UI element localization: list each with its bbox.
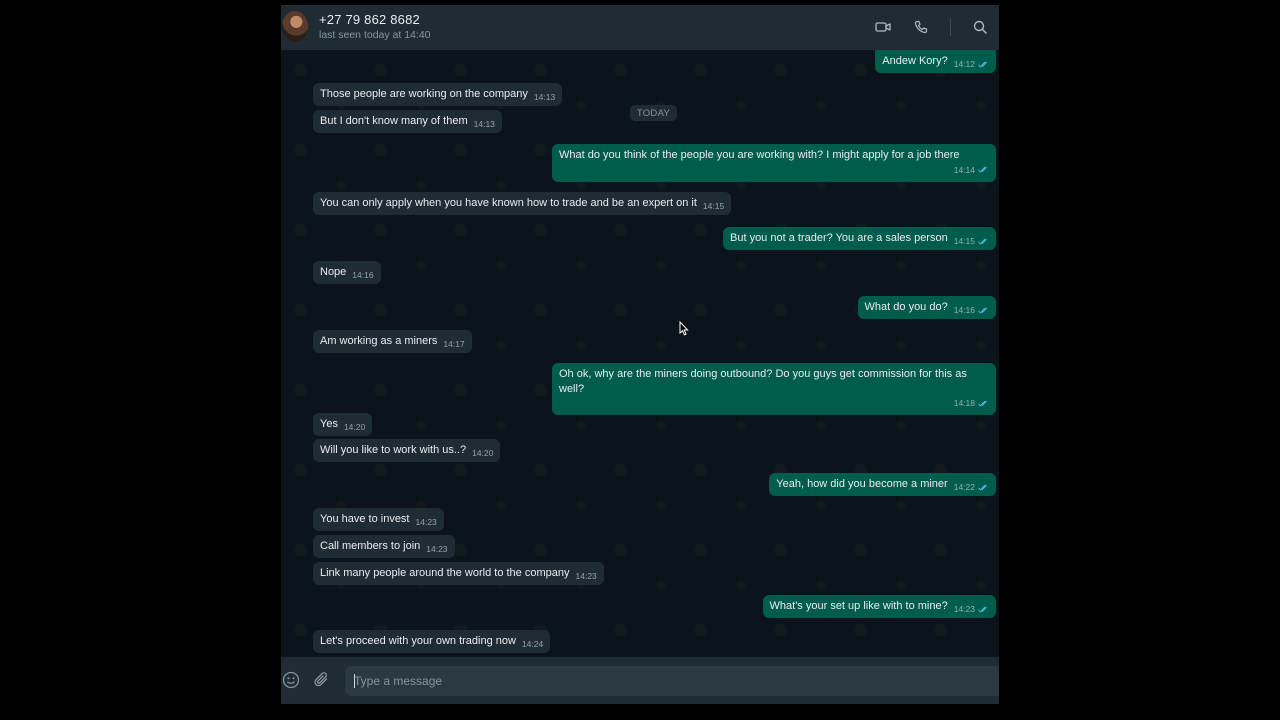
message-time: 14:23 [415, 517, 437, 527]
mouse-cursor-icon [679, 320, 689, 341]
read-ticks-icon [978, 235, 989, 250]
message-list[interactable]: TODAY Andew Kory? 14:12 Those people are … [281, 50, 999, 657]
message-time: 14:14 [953, 164, 975, 175]
message-time: 14:22 [953, 482, 975, 492]
message-bubble-outgoing[interactable]: But you not a trader? You are a sales pe… [723, 227, 996, 250]
read-ticks-icon [978, 481, 989, 496]
message-bubble-outgoing[interactable]: Yeah, how did you become a miner 14:22 [769, 473, 996, 496]
message-text: Nope [320, 266, 347, 278]
contact-last-seen: last seen today at 14:40 [319, 29, 431, 41]
message-text: Yes [320, 418, 338, 430]
message-text: You can only apply when you have known h… [320, 197, 697, 209]
message-time: 14:13 [533, 92, 556, 102]
message-text: But you not a trader? You are a sales pe… [730, 232, 948, 244]
message-text: But I don't know many of them [320, 115, 468, 127]
message-bubble-incoming[interactable]: Will you like to work with us..? 14:20 [313, 439, 501, 462]
message-text: Yeah, how did you become a miner [776, 478, 948, 490]
message-time: 14:23 [575, 571, 597, 581]
chat-header: +27 79 862 8682 last seen today at 14:40 [281, 5, 999, 50]
message-text: Those people are working on the company [320, 88, 528, 100]
message-time: 14:24 [521, 639, 544, 649]
read-ticks-icon [978, 58, 989, 73]
message-time: 14:20 [472, 448, 494, 458]
message-bubble-outgoing[interactable]: Andew Kory? 14:12 [875, 50, 996, 73]
message-bubble-incoming[interactable]: Am working as a miners 14:17 [313, 330, 472, 353]
read-ticks-icon [978, 397, 989, 412]
message-bubble-outgoing[interactable]: What's your set up like with to mine? 14:… [762, 595, 996, 618]
message-time: 14:20 [343, 422, 366, 432]
message-text: Let's proceed with your own trading now [320, 635, 516, 647]
message-bubble-outgoing[interactable]: Oh ok, why are the miners doing outbound… [552, 363, 996, 415]
message-bubble-incoming[interactable]: You have to invest 14:23 [313, 508, 444, 531]
message-text: Am working as a miners [320, 335, 438, 347]
message-bubble-incoming[interactable]: Those people are working on the company 1… [313, 83, 563, 106]
message-time: 14:23 [953, 604, 975, 614]
message-time: 14:23 [426, 544, 448, 554]
message-text: You have to invest [320, 513, 410, 525]
message-bubble-incoming[interactable]: Nope 14:16 [313, 261, 381, 284]
message-text: Call members to join [320, 540, 421, 552]
message-time: 14:13 [473, 119, 495, 129]
header-divider [950, 18, 951, 36]
message-time: 14:15 [953, 236, 975, 246]
video-call-icon[interactable] [874, 18, 892, 36]
message-bubble-incoming[interactable]: Let's proceed with your own trading now 1… [313, 630, 551, 653]
message-bubble-outgoing[interactable]: What do you think of the people you are … [552, 144, 996, 182]
message-bubble-outgoing[interactable]: What do you do? 14:16 [857, 296, 996, 319]
message-time: 14:15 [702, 201, 725, 211]
read-ticks-icon [978, 163, 989, 178]
message-text: What do you think of the people you are … [559, 149, 960, 161]
message-bubble-incoming[interactable]: But I don't know many of them 14:13 [313, 110, 502, 133]
message-text: What do you do? [864, 301, 948, 313]
message-text: Will you like to work with us..? [320, 444, 467, 456]
voice-call-icon[interactable] [912, 18, 930, 36]
attach-icon[interactable] [313, 671, 331, 694]
emoji-icon[interactable] [282, 671, 300, 694]
text-caret [354, 674, 355, 688]
message-text: Oh ok, why are the miners doing outbound… [559, 368, 967, 395]
message-time: 14:12 [953, 59, 975, 69]
message-bubble-incoming[interactable]: You can only apply when you have known h… [313, 192, 732, 215]
message-time: 14:16 [352, 270, 374, 280]
read-ticks-icon [978, 304, 989, 319]
message-bubble-incoming[interactable]: Yes 14:20 [313, 413, 373, 436]
date-divider: TODAY [630, 105, 677, 121]
contact-avatar[interactable] [282, 11, 308, 42]
message-time: 14:17 [443, 339, 465, 349]
chat-window: +27 79 862 8682 last seen today at 14:40… [281, 5, 999, 704]
message-text: Link many people around the world to the… [320, 567, 570, 579]
message-text: What's your set up like with to mine? [769, 600, 948, 612]
message-composer [281, 657, 999, 704]
message-bubble-incoming[interactable]: Link many people around the world to the… [313, 562, 604, 585]
read-ticks-icon [978, 603, 989, 618]
message-time: 14:18 [953, 398, 975, 408]
search-icon[interactable] [971, 18, 989, 36]
message-input[interactable] [345, 666, 999, 696]
message-time: 14:16 [953, 305, 975, 315]
contact-name[interactable]: +27 79 862 8682 [319, 12, 420, 27]
message-bubble-incoming[interactable]: Call members to join 14:23 [313, 535, 455, 558]
message-text: Andew Kory? [882, 55, 948, 67]
